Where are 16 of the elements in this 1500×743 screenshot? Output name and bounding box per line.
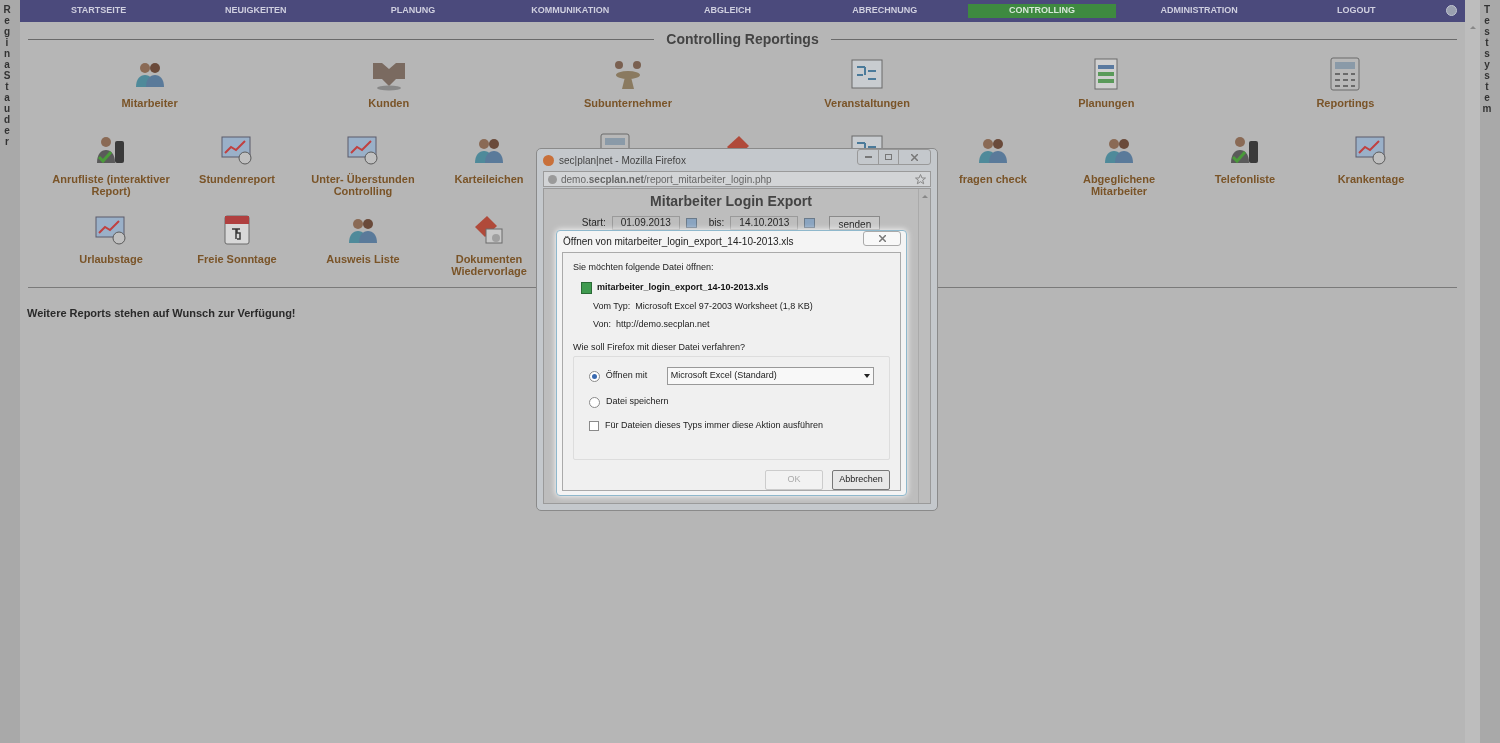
intro-text: Sie möchten folgende Datei öffnen: <box>573 260 715 274</box>
window-title: sec|plan|net - Mozilla Firefox <box>559 153 687 168</box>
report-heading: Mitarbeiter Login Export <box>650 192 812 211</box>
start-label: Start: <box>581 216 606 230</box>
file-name: mitarbeiter_login_export_14-10-2013.xls <box>597 281 769 294</box>
question-text: Wie soll Firefox mit dieser Datei verfahren? <box>573 340 747 354</box>
system-label: Testsystem <box>1482 4 1498 116</box>
source-value: http://demo.secplan.net <box>616 318 710 331</box>
end-label: bis: <box>708 216 725 230</box>
info-text: Weitere Reports stehen auf Wunsch zur Verfügung! <box>27 306 296 321</box>
dialog-title: Öffnen von mitarbeiter_login_export_14-10-2013.xls <box>562 234 795 249</box>
type-label: Vom Typ: <box>593 299 631 313</box>
source-label: Von: <box>593 318 612 331</box>
type-value: Microsoft Excel 97-2003 Worksheet (1,8 KB) <box>635 299 813 313</box>
page-title: Controlling Reportings <box>666 30 819 49</box>
user-name: Regina Stauder <box>2 4 18 149</box>
